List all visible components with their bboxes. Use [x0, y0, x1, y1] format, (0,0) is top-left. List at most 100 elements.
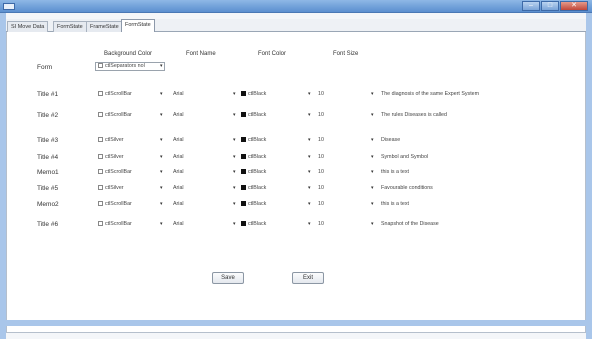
chevron-down-icon[interactable]: ▾ — [233, 221, 236, 228]
chevron-down-icon[interactable]: ▾ — [233, 201, 236, 208]
font-color-combo[interactable]: ctlBlack — [238, 90, 308, 99]
chevron-down-icon[interactable]: ▾ — [371, 137, 374, 144]
display-text-value[interactable]: Favourable conditions — [378, 184, 558, 193]
row-label: Memo1 — [37, 169, 59, 176]
chevron-down-icon[interactable]: ▾ — [371, 154, 374, 161]
chevron-down-icon[interactable]: ▾ — [308, 112, 311, 119]
color-swatch-icon — [241, 137, 246, 142]
display-text-value[interactable]: Symbol and Symbol — [378, 153, 558, 162]
chevron-down-icon[interactable]: ▾ — [233, 112, 236, 119]
font-color-value: ctlBlack — [248, 154, 267, 160]
background-color-combo[interactable]: ctlScrollBar — [95, 220, 165, 229]
settings-panel — [6, 32, 586, 333]
close-icon[interactable]: ✕ — [560, 1, 588, 11]
chevron-down-icon[interactable]: ▾ — [160, 154, 163, 161]
chevron-down-icon[interactable]: ▾ — [160, 137, 163, 144]
chevron-down-icon[interactable]: ▾ — [371, 221, 374, 228]
chevron-down-icon[interactable]: ▾ — [308, 169, 311, 176]
font-color-combo[interactable]: ctlBlack — [238, 184, 308, 193]
background-color-combo[interactable]: ctlScrollBar — [95, 111, 165, 120]
tab-formstate-active[interactable]: FormState — [121, 19, 155, 33]
background-color-combo[interactable]: ctlSilver — [95, 136, 165, 145]
background-color-value: ctlScrollBar — [105, 169, 132, 175]
tab-framestate[interactable]: FrameState — [86, 21, 123, 32]
font-name-value[interactable]: Arial — [170, 168, 225, 177]
chevron-down-icon[interactable]: ▾ — [233, 169, 236, 176]
font-size-value[interactable]: 10 — [315, 136, 360, 145]
font-size-value[interactable]: 10 — [315, 220, 360, 229]
chevron-down-icon[interactable]: ▾ — [160, 201, 163, 208]
window-bottom-border — [0, 320, 592, 326]
chevron-down-icon[interactable]: ▾ — [371, 112, 374, 119]
row-label: Title #5 — [37, 185, 59, 192]
chevron-down-icon[interactable]: ▾ — [371, 185, 374, 192]
chevron-down-icon[interactable]: ▾ — [160, 169, 163, 176]
font-color-combo[interactable]: ctlBlack — [238, 168, 308, 177]
chevron-down-icon[interactable]: ▾ — [233, 185, 236, 192]
font-color-combo[interactable]: ctlBlack — [238, 220, 308, 229]
font-size-value[interactable]: 10 — [315, 153, 360, 162]
background-color-combo[interactable]: ctlSilver — [95, 184, 165, 193]
font-name-value[interactable]: Arial — [170, 184, 225, 193]
exit-button[interactable]: Exit — [292, 272, 324, 284]
display-text-value[interactable]: Snapshot of the Disease — [378, 220, 558, 229]
chevron-down-icon[interactable]: ▾ — [160, 221, 163, 228]
maximize-icon[interactable]: □ — [541, 1, 559, 11]
chevron-down-icon[interactable]: ▾ — [160, 112, 163, 119]
color-swatch-icon — [98, 221, 103, 226]
chevron-down-icon[interactable]: ▾ — [308, 154, 311, 161]
chevron-down-icon[interactable]: ▾ — [233, 154, 236, 161]
background-color-combo[interactable]: ctlScrollBar — [95, 168, 165, 177]
font-color-combo[interactable]: ctlBlack — [238, 153, 308, 162]
chevron-down-icon[interactable]: ▾ — [160, 185, 163, 192]
tab-formstate[interactable]: FormState — [53, 21, 87, 32]
chevron-down-icon[interactable]: ▾ — [160, 91, 163, 98]
font-size-value[interactable]: 10 — [315, 184, 360, 193]
background-color-combo[interactable]: ctlScrollBar — [95, 90, 165, 99]
font-color-combo[interactable]: ctlBlack — [238, 111, 308, 120]
chevron-down-icon[interactable]: ▾ — [160, 63, 163, 70]
color-swatch-icon — [98, 185, 103, 190]
font-name-value[interactable]: Arial — [170, 200, 225, 209]
save-button[interactable]: Save — [212, 272, 244, 284]
display-text-value[interactable]: The rules Diseases is called — [378, 111, 558, 120]
row-label: Title #1 — [37, 91, 59, 98]
chevron-down-icon[interactable]: ▾ — [233, 91, 236, 98]
chevron-down-icon[interactable]: ▾ — [308, 137, 311, 144]
chevron-down-icon[interactable]: ▾ — [371, 91, 374, 98]
font-name-value[interactable]: Arial — [170, 111, 225, 120]
font-color-combo[interactable]: ctlBlack — [238, 200, 308, 209]
display-text-value[interactable]: this is a text — [378, 168, 558, 177]
chevron-down-icon[interactable]: ▾ — [308, 221, 311, 228]
font-color-value: ctlBlack — [248, 169, 267, 175]
background-color-value: ctlScrollBar — [105, 201, 132, 207]
background-color-value: ctlScrollBar — [105, 112, 132, 118]
font-name-value[interactable]: Arial — [170, 136, 225, 145]
font-size-value[interactable]: 10 — [315, 200, 360, 209]
font-size-value[interactable]: 10 — [315, 90, 360, 99]
tab-si-move-data[interactable]: SI Move Data — [7, 21, 49, 32]
chevron-down-icon[interactable]: ▾ — [233, 137, 236, 144]
font-color-combo[interactable]: ctlBlack — [238, 136, 308, 145]
display-text-value[interactable]: The diagnosis of the same Expert System — [378, 90, 558, 99]
form-background-combo[interactable]: ctlSeparators nol — [95, 62, 165, 71]
background-color-combo[interactable]: ctlSilver — [95, 153, 165, 162]
font-size-value[interactable]: 10 — [315, 111, 360, 120]
chevron-down-icon[interactable]: ▾ — [308, 185, 311, 192]
display-text-value[interactable]: this is a text — [378, 200, 558, 209]
display-text-value[interactable]: Disease — [378, 136, 558, 145]
chevron-down-icon[interactable]: ▾ — [308, 91, 311, 98]
background-color-combo[interactable]: ctlScrollBar — [95, 200, 165, 209]
font-name-value[interactable]: Arial — [170, 220, 225, 229]
font-size-value[interactable]: 10 — [315, 168, 360, 177]
font-name-value[interactable]: Arial — [170, 153, 225, 162]
chevron-down-icon[interactable]: ▾ — [308, 201, 311, 208]
background-color-value: ctlSilver — [105, 185, 124, 191]
font-color-value: ctlBlack — [248, 112, 267, 118]
row-label: Title #2 — [37, 112, 59, 119]
chevron-down-icon[interactable]: ▾ — [371, 169, 374, 176]
minimize-icon[interactable]: – — [522, 1, 540, 11]
color-swatch-icon — [98, 63, 103, 68]
chevron-down-icon[interactable]: ▾ — [371, 201, 374, 208]
font-name-value[interactable]: Arial — [170, 90, 225, 99]
